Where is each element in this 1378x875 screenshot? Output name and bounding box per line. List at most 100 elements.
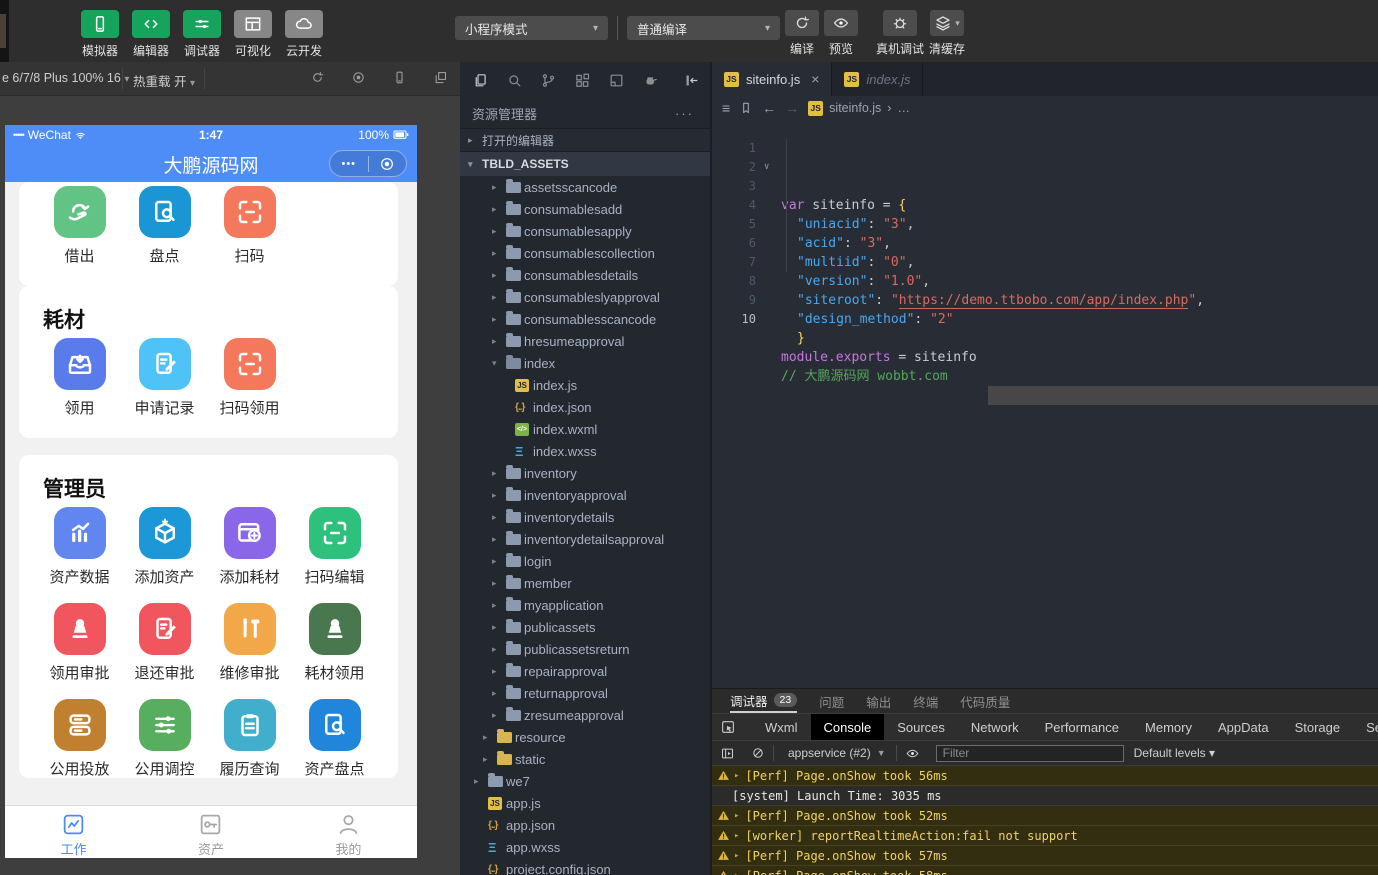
project-root-folder[interactable]: ▾TBLD_ASSETS	[460, 152, 710, 176]
phone-icon[interactable]	[392, 70, 407, 85]
app-entry-扫码领用[interactable]: 扫码领用	[207, 338, 292, 418]
clear-console-icon[interactable]	[751, 746, 765, 760]
close-icon[interactable]: ×	[811, 71, 819, 87]
app-entry-退还审批[interactable]: 退还审批	[122, 603, 207, 683]
expand-icon[interactable]: ▸	[734, 851, 739, 861]
app-entry-资产盘点[interactable]: 资产盘点	[292, 699, 377, 778]
app-entry-扫码[interactable]: 扫码	[207, 186, 292, 266]
nav-back-icon[interactable]: ←	[762, 100, 776, 116]
app-entry-添加资产[interactable]: 添加资产	[122, 507, 207, 587]
nav-forward-icon[interactable]: →	[785, 100, 799, 116]
tree-item-consumablescollection[interactable]: ▸ consumablescollection	[460, 242, 710, 264]
menu-dots-icon[interactable]: •••	[330, 158, 368, 170]
app-entry-公用投放[interactable]: 公用投放	[37, 699, 122, 778]
app-entry-添加耗材[interactable]: 添加耗材	[207, 507, 292, 587]
panel-tab-输出[interactable]: 输出	[866, 689, 891, 713]
editor-tab-siteinfo.js[interactable]: JS siteinfo.js ×	[712, 62, 832, 96]
open-editors-section[interactable]: ▸打开的编辑器	[460, 128, 710, 152]
app-entry-盘点[interactable]: 盘点	[122, 186, 207, 266]
expand-icon[interactable]: ▸	[734, 831, 739, 841]
blocks-icon[interactable]	[574, 72, 591, 89]
expand-icon[interactable]: ▸	[734, 871, 739, 875]
tree-item-login[interactable]: ▸ login	[460, 550, 710, 572]
tree-item-app.json[interactable]: {..} app.json	[460, 814, 710, 836]
app-entry-维修审批[interactable]: 维修审批	[207, 603, 292, 683]
tree-item-member[interactable]: ▸ member	[460, 572, 710, 594]
devtools-tab-Sources[interactable]: Sources	[884, 714, 958, 740]
tree-item-consumablesadd[interactable]: ▸ consumablesadd	[460, 198, 710, 220]
app-entry-履历查询[interactable]: 履历查询	[207, 699, 292, 778]
kettle-icon[interactable]	[642, 72, 659, 89]
devtools-tab-Console[interactable]: Console	[811, 714, 885, 740]
record-icon[interactable]	[351, 70, 366, 85]
tree-item-static[interactable]: ▸ static	[460, 748, 710, 770]
app-entry-领用审批[interactable]: 领用审批	[37, 603, 122, 683]
console-warning-row[interactable]: ▸ [Perf] Page.onShow took 57ms	[712, 846, 1378, 866]
tree-item-index.wxml[interactable]: </> index.wxml	[460, 418, 710, 440]
chevron-down-icon[interactable]: ▼	[877, 748, 886, 758]
tree-item-publicassetsreturn[interactable]: ▸ publicassetsreturn	[460, 638, 710, 660]
collapse-icon[interactable]	[683, 72, 700, 89]
console-warning-row[interactable]: ▸ [worker] reportRealtimeAction:fail not…	[712, 826, 1378, 846]
tree-item-myapplication[interactable]: ▸ myapplication	[460, 594, 710, 616]
tree-item-index[interactable]: ▾ index	[460, 352, 710, 374]
search-icon[interactable]	[506, 72, 523, 89]
devtools-tab-Performance[interactable]: Performance	[1032, 714, 1132, 740]
devtools-tab-Wxml[interactable]: Wxml	[752, 714, 811, 740]
tree-item-app.wxss[interactable]: Ξ app.wxss	[460, 836, 710, 858]
breadcrumb[interactable]: JS siteinfo.js › …	[808, 101, 910, 116]
explorer-more-menu[interactable]: ···	[675, 106, 694, 121]
compile-mode-dropdown[interactable]: 普通编译 ▾	[627, 16, 780, 40]
eye-icon[interactable]	[905, 746, 920, 761]
app-entry-领用[interactable]: 领用	[37, 338, 122, 418]
mode-select-dropdown[interactable]: 小程序模式 ▾	[455, 16, 608, 40]
tree-item-assetsscancode[interactable]: ▸ assetsscancode	[460, 176, 710, 198]
app-entry-耗材领用[interactable]: 耗材领用	[292, 603, 377, 683]
log-levels-select[interactable]: Default levels ▾	[1134, 746, 1215, 760]
remote-debug-button[interactable]: 真机调试	[876, 10, 924, 57]
code-area[interactable]: 1 ∨ var siteinfo = { 2 "uniacid": "3", 3…	[712, 120, 1378, 310]
winmulti-icon[interactable]	[433, 70, 448, 85]
console-warning-row[interactable]: ▸ [Perf] Page.onShow took 56ms	[712, 766, 1378, 786]
inspect-icon[interactable]	[720, 719, 736, 735]
tree-item-publicassets[interactable]: ▸ publicassets	[460, 616, 710, 638]
panel-tab-问题[interactable]: 问题	[819, 689, 844, 713]
expand-icon[interactable]: ▸	[734, 811, 739, 821]
simulator-toggle-button[interactable]: 模拟器	[80, 10, 120, 59]
tree-item-consumablesdetails[interactable]: ▸ consumablesdetails	[460, 264, 710, 286]
tree-item-inventoryapproval[interactable]: ▸ inventoryapproval	[460, 484, 710, 506]
tree-item-consumablesscancode[interactable]: ▸ consumablesscancode	[460, 308, 710, 330]
devtools-tab-Memory[interactable]: Memory	[1132, 714, 1205, 740]
app-entry-借出[interactable]: 借出	[37, 186, 122, 266]
tree-item-index.wxss[interactable]: Ξ index.wxss	[460, 440, 710, 462]
files-icon[interactable]	[472, 72, 489, 89]
capsule-menu[interactable]: •••	[329, 150, 407, 177]
tree-item-hresumeapproval[interactable]: ▸ hresumeapproval	[460, 330, 710, 352]
expand-icon[interactable]: ▸	[734, 771, 739, 781]
tree-item-inventorydetailsapproval[interactable]: ▸ inventorydetailsapproval	[460, 528, 710, 550]
box-icon[interactable]	[608, 72, 625, 89]
visualization-toggle-button[interactable]: 可视化	[233, 10, 273, 59]
app-entry-公用调控[interactable]: 公用调控	[122, 699, 207, 778]
tree-item-consumablesapply[interactable]: ▸ consumablesapply	[460, 220, 710, 242]
console-filter-input[interactable]	[936, 745, 1124, 762]
panel-tab-终端[interactable]: 终端	[913, 689, 938, 713]
devtools-tab-AppData[interactable]: AppData	[1205, 714, 1282, 740]
editor-tab-index.js[interactable]: JS index.js	[832, 62, 923, 96]
tab-资产[interactable]: 资产	[142, 806, 279, 858]
tree-item-inventory[interactable]: ▸ inventory	[460, 462, 710, 484]
device-selector[interactable]: e 6/7/8 Plus 100% 16 ▾	[2, 71, 129, 85]
tree-item-returnapproval[interactable]: ▸ returnapproval	[460, 682, 710, 704]
tree-item-consumableslyapproval[interactable]: ▸ consumableslyapproval	[460, 286, 710, 308]
devtools-tab-Security[interactable]: Security	[1353, 714, 1378, 740]
app-entry-扫码编辑[interactable]: 扫码编辑	[292, 507, 377, 587]
preview-button[interactable]: 预览	[824, 10, 858, 57]
compile-button[interactable]: 编译	[785, 10, 819, 57]
panel-tab-调试器[interactable]: 调试器23	[730, 689, 797, 713]
toggle-sidebar-icon[interactable]	[720, 746, 735, 761]
cloud-dev-toggle-button[interactable]: 云开发	[284, 10, 324, 59]
tree-item-index.json[interactable]: {..} index.json	[460, 396, 710, 418]
tree-item-resource[interactable]: ▸ resource	[460, 726, 710, 748]
devtools-tab-Network[interactable]: Network	[958, 714, 1032, 740]
tree-item-app.js[interactable]: JS app.js	[460, 792, 710, 814]
